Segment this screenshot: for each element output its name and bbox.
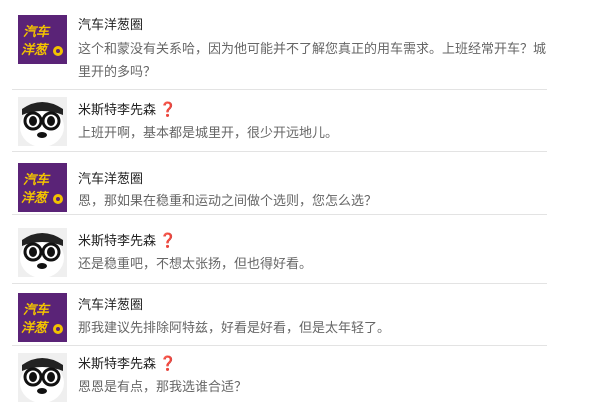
author-name[interactable]: 汽车洋葱圈 xyxy=(78,18,143,34)
message-text: 这个和蒙没有关系哈，因为他可能并不了解您真正的用车需求。上班经常开车？城里开的多… xyxy=(78,42,547,80)
author-name[interactable]: 米斯特李先森 ❓ xyxy=(78,102,176,119)
message-item: 汽车 洋葱 汽车洋葱圈 这个和蒙没有关系哈，因为他可能并不了解您真正的用车需求。… xyxy=(0,0,592,90)
brand-logo-text-line1: 汽车 xyxy=(23,172,51,188)
brand-logo-text-line1: 汽车 xyxy=(23,24,51,40)
message-text: 那我建议先排除阿特兹，好看是好看，但是太年轻了。 xyxy=(78,321,391,336)
brand-logo-icon[interactable]: 汽车 洋葱 xyxy=(18,163,67,212)
brand-logo-text-line2: 洋葱 xyxy=(21,190,50,206)
panda-glasses-icon[interactable] xyxy=(18,228,67,277)
brand-logo-text-line1: 汽车 xyxy=(23,302,51,318)
message-text: 还是稳重吧，不想太张扬，但也得好看。 xyxy=(78,257,313,272)
chat-thread: 汽车 洋葱 汽车洋葱圈 这个和蒙没有关系哈，因为他可能并不了解您真正的用车需求。… xyxy=(0,0,592,415)
author-name[interactable]: 米斯特李先森 ❓ xyxy=(78,356,176,373)
message-item: 米斯特李先森 ❓ 恩恩是有点，那我选谁合适？ xyxy=(0,346,592,415)
message-item: 米斯特李先森 ❓ 上班开啊，基本都是城里开，很少开远地儿。 xyxy=(0,90,592,152)
message-text: 恩恩是有点，那我选谁合适？ xyxy=(78,380,248,395)
question-badge-icon: ❓ xyxy=(159,356,177,372)
message-item: 汽车 洋葱 汽车洋葱圈 那我建议先排除阿特兹，好看是好看，但是太年轻了。 xyxy=(0,284,592,346)
author-name[interactable]: 汽车洋葱圈 xyxy=(78,298,143,314)
question-badge-icon: ❓ xyxy=(159,233,177,249)
brand-logo-icon[interactable]: 汽车 洋葱 xyxy=(18,15,67,64)
message-text: 恩，那如果在稳重和运动之间做个选则，您怎么选？ xyxy=(78,194,378,209)
message-item: 汽车 洋葱 汽车洋葱圈 恩，那如果在稳重和运动之间做个选则，您怎么选？ xyxy=(0,152,592,215)
question-badge-icon: ❓ xyxy=(159,102,177,118)
brand-logo-text-line2: 洋葱 xyxy=(21,320,50,336)
brand-logo-text-line2: 洋葱 xyxy=(21,42,50,58)
brand-logo-icon[interactable]: 汽车 洋葱 xyxy=(18,293,67,342)
message-item: 米斯特李先森 ❓ 还是稳重吧，不想太张扬，但也得好看。 xyxy=(0,215,592,284)
panda-glasses-icon[interactable] xyxy=(18,97,67,146)
message-text: 上班开啊，基本都是城里开，很少开远地儿。 xyxy=(78,126,339,141)
panda-glasses-icon[interactable] xyxy=(18,353,67,402)
author-name[interactable]: 米斯特李先森 ❓ xyxy=(78,233,176,250)
author-name[interactable]: 汽车洋葱圈 xyxy=(78,172,143,188)
